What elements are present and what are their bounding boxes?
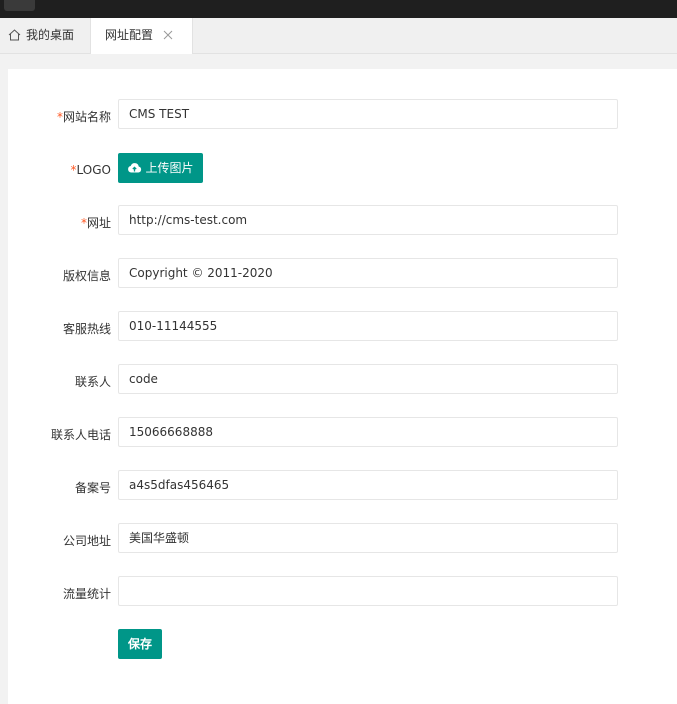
url-label: *网址 <box>80 216 111 230</box>
copyright-label: 版权信息 <box>62 269 111 283</box>
site-name-input[interactable] <box>118 99 618 129</box>
contact-phone-label: 联系人电话 <box>50 428 111 442</box>
row-hotline: 客服热线 <box>8 311 677 341</box>
site-name-label: *网站名称 <box>56 110 111 124</box>
top-bar-handle <box>4 0 35 11</box>
analytics-input[interactable] <box>118 576 618 606</box>
logo-label: *LOGO <box>70 163 111 177</box>
row-copyright: 版权信息 <box>8 258 677 288</box>
tab-site-config[interactable]: 网址配置 <box>91 18 193 54</box>
row-contact-phone: 联系人电话 <box>8 417 677 447</box>
copyright-input[interactable] <box>118 258 618 288</box>
row-url: *网址 <box>8 205 677 235</box>
row-actions: 保存 <box>8 629 677 659</box>
cloud-upload-icon <box>128 163 142 173</box>
tab-bar: 我的桌面 网址配置 <box>0 18 677 54</box>
contact-label: 联系人 <box>74 375 111 389</box>
row-icp: 备案号 <box>8 470 677 500</box>
address-input[interactable] <box>118 523 618 553</box>
window-top-bar <box>0 0 677 18</box>
tab-home-label: 我的桌面 <box>26 28 75 42</box>
icp-label: 备案号 <box>74 481 111 495</box>
contact-phone-input[interactable] <box>118 417 618 447</box>
close-icon[interactable] <box>163 30 173 40</box>
config-form-panel: *网站名称 *LOGO 上传图片 *网址 版权信息 客服热线 联系人 联系人电话… <box>8 69 677 704</box>
contact-input[interactable] <box>118 364 618 394</box>
upload-image-button[interactable]: 上传图片 <box>118 153 203 183</box>
home-icon <box>8 29 21 41</box>
hotline-label: 客服热线 <box>62 322 111 336</box>
icp-input[interactable] <box>118 470 618 500</box>
upload-button-label: 上传图片 <box>145 161 194 175</box>
tab-home[interactable]: 我的桌面 <box>0 18 91 53</box>
analytics-label: 流量统计 <box>62 587 111 601</box>
row-logo: *LOGO 上传图片 <box>8 152 677 183</box>
hotline-input[interactable] <box>118 311 618 341</box>
row-analytics: 流量统计 <box>8 576 677 606</box>
row-contact: 联系人 <box>8 364 677 394</box>
tab-site-config-label: 网址配置 <box>105 28 154 42</box>
save-button[interactable]: 保存 <box>118 629 162 659</box>
url-input[interactable] <box>118 205 618 235</box>
row-site-name: *网站名称 <box>8 99 677 129</box>
address-label: 公司地址 <box>62 534 111 548</box>
row-address: 公司地址 <box>8 523 677 553</box>
